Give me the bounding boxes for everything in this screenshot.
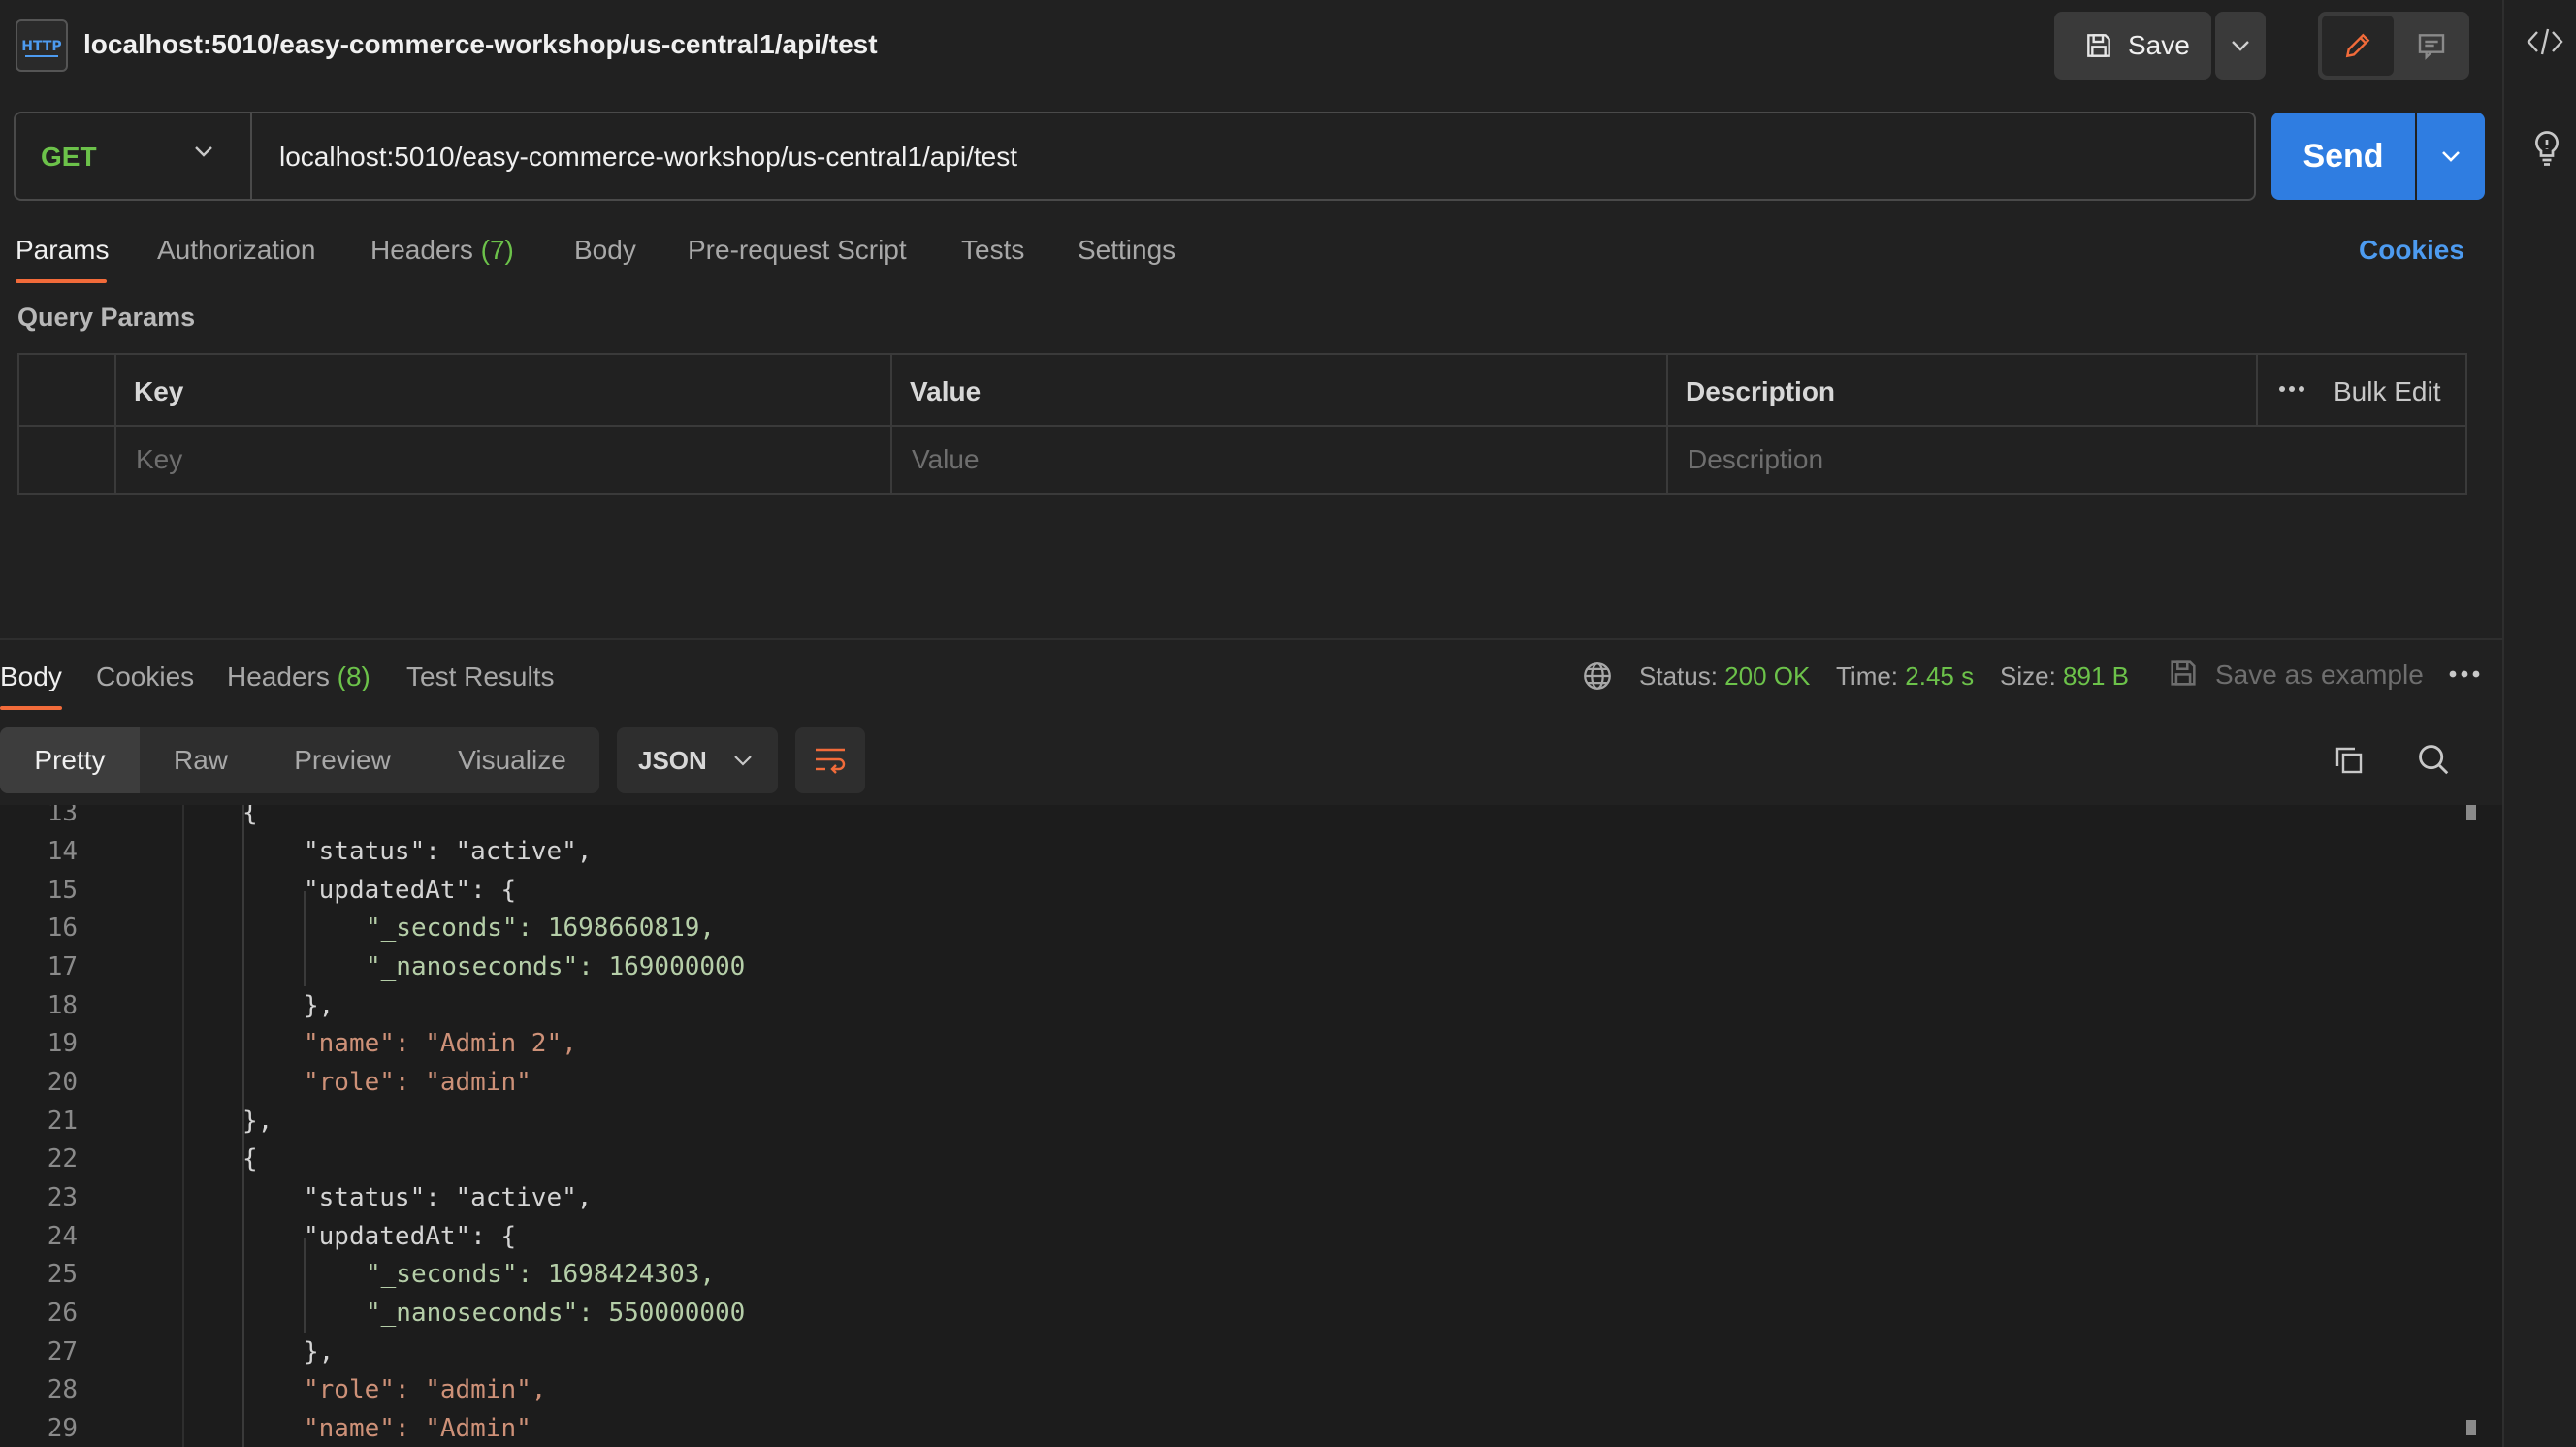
query-params-title: Query Params <box>17 303 196 332</box>
response-headers-count: (8) <box>337 661 370 691</box>
tab-tests[interactable]: Tests <box>961 235 1024 266</box>
table-column-divider <box>890 355 892 493</box>
format-select[interactable]: JSON <box>617 727 778 793</box>
code-line: 22{ <box>47 1144 258 1174</box>
response-tab-test-results[interactable]: Test Results <box>406 661 555 692</box>
http-request-icon: HTTP <box>16 19 68 72</box>
view-raw-button[interactable]: Raw <box>145 727 256 793</box>
size-value: 891 B <box>2063 661 2129 691</box>
wrap-lines-icon <box>813 746 848 775</box>
value-input[interactable]: Value <box>912 444 980 475</box>
globe-icon[interactable] <box>1581 659 1614 692</box>
tab-headers[interactable]: Headers (7) <box>370 235 514 266</box>
tab-pre-request-script[interactable]: Pre-request Script <box>688 235 907 266</box>
view-visualize-button[interactable]: Visualize <box>427 727 597 793</box>
column-header-description: Description <box>1686 376 1836 406</box>
more-options-icon[interactable] <box>2448 669 2481 679</box>
status-value: 200 OK <box>1724 661 1811 691</box>
search-icon[interactable] <box>2415 741 2452 778</box>
size-readout[interactable]: Size: 891 B <box>2000 661 2129 691</box>
save-icon <box>2083 30 2114 61</box>
cookies-link[interactable]: Cookies <box>2359 235 2464 266</box>
code-line: 20 "role": "admin" <box>47 1068 531 1097</box>
chevron-down-icon <box>2230 39 2251 52</box>
save-dropdown-button[interactable] <box>2215 12 2266 80</box>
right-sidebar <box>2502 0 2576 1447</box>
wrap-lines-button[interactable] <box>795 727 865 793</box>
status-readout[interactable]: Status: 200 OK <box>1639 661 1810 691</box>
save-button[interactable]: Save <box>2054 12 2211 80</box>
save-as-example-button[interactable]: Save as example <box>2215 659 2424 691</box>
table-divider <box>19 425 2465 427</box>
format-label: JSON <box>638 745 707 775</box>
response-divider <box>0 638 2502 640</box>
code-line: 23 "status": "active", <box>47 1183 593 1212</box>
active-tab-indicator <box>16 279 107 283</box>
active-response-tab-indicator <box>0 706 62 710</box>
chevron-down-icon <box>2439 148 2463 164</box>
response-tab-body[interactable]: Body <box>0 661 62 692</box>
code-line: 25 "_seconds": 1698424303, <box>47 1260 716 1289</box>
column-header-value: Value <box>910 376 982 406</box>
code-line: 19 "name": "Admin 2", <box>47 1029 577 1058</box>
code-line: 26 "_nanoseconds": 550000000 <box>47 1299 746 1328</box>
chevron-down-icon[interactable] <box>192 144 215 159</box>
save-example-icon <box>2167 656 2200 691</box>
code-line: 29 "name": "Admin" <box>47 1414 531 1443</box>
table-column-divider <box>114 355 116 493</box>
table-column-divider <box>1666 355 1668 493</box>
code-line: 13{ <box>47 805 258 827</box>
svg-text:HTTP: HTTP <box>21 39 61 54</box>
table-column-divider <box>2256 355 2258 425</box>
code-line: 27}, <box>47 1337 335 1367</box>
key-input[interactable]: Key <box>136 444 182 475</box>
code-line: 15 "updatedAt": { <box>47 876 517 905</box>
response-tab-cookies[interactable]: Cookies <box>96 661 194 692</box>
send-button[interactable]: Send <box>2271 113 2415 200</box>
tab-params[interactable]: Params <box>16 235 109 266</box>
query-params-table: Key Value Description Bulk Edit Key Valu… <box>17 353 2467 495</box>
code-line: 21}, <box>47 1107 274 1136</box>
edit-mode-button[interactable] <box>2322 16 2394 76</box>
copy-icon[interactable] <box>2332 743 2367 778</box>
save-label: Save <box>2128 30 2190 60</box>
comments-button[interactable] <box>2396 16 2467 76</box>
code-line: 18}, <box>47 991 335 1020</box>
url-input[interactable]: localhost:5010/easy-commerce-workshop/us… <box>279 142 1017 173</box>
more-options-icon[interactable] <box>2277 384 2306 394</box>
column-header-key: Key <box>134 376 184 406</box>
view-preview-button[interactable]: Preview <box>262 727 423 793</box>
send-dropdown-button[interactable] <box>2417 113 2485 200</box>
request-title[interactable]: localhost:5010/easy-commerce-workshop/us… <box>83 29 878 60</box>
chevron-down-icon <box>732 754 754 767</box>
view-pretty-button[interactable]: Pretty <box>0 727 140 793</box>
tab-settings[interactable]: Settings <box>1078 235 1175 266</box>
method-select[interactable]: GET <box>41 142 97 173</box>
code-line: 17 "_nanoseconds": 169000000 <box>47 952 746 981</box>
scrollbar-thumb[interactable] <box>2466 805 2476 820</box>
response-body-viewer[interactable]: 13{ 14 "status": "active", 15 "updatedAt":… <box>0 805 2502 1447</box>
pencil-icon <box>2342 30 2373 61</box>
comment-icon <box>2416 30 2447 61</box>
description-input[interactable]: Description <box>1688 444 1823 475</box>
response-tab-headers[interactable]: Headers (8) <box>227 661 370 692</box>
time-value: 2.45 s <box>1905 661 1975 691</box>
code-icon[interactable] <box>2526 25 2564 58</box>
code-line: 24 "updatedAt": { <box>47 1222 517 1251</box>
scrollbar-end-marker <box>2466 1420 2476 1435</box>
code-line: 16 "_seconds": 1698660819, <box>47 914 716 943</box>
tab-body[interactable]: Body <box>574 235 636 266</box>
bulk-edit-button[interactable]: Bulk Edit <box>2334 376 2441 407</box>
code-line: 28 "role": "admin", <box>47 1375 547 1404</box>
headers-count: (7) <box>480 235 514 265</box>
tab-authorization[interactable]: Authorization <box>157 235 315 266</box>
time-readout[interactable]: Time: 2.45 s <box>1836 661 1974 691</box>
scrollbar[interactable] <box>2463 805 2477 1447</box>
url-divider <box>250 113 252 199</box>
lightbulb-icon[interactable] <box>2529 128 2564 169</box>
code-line: 14 "status": "active", <box>47 837 593 866</box>
